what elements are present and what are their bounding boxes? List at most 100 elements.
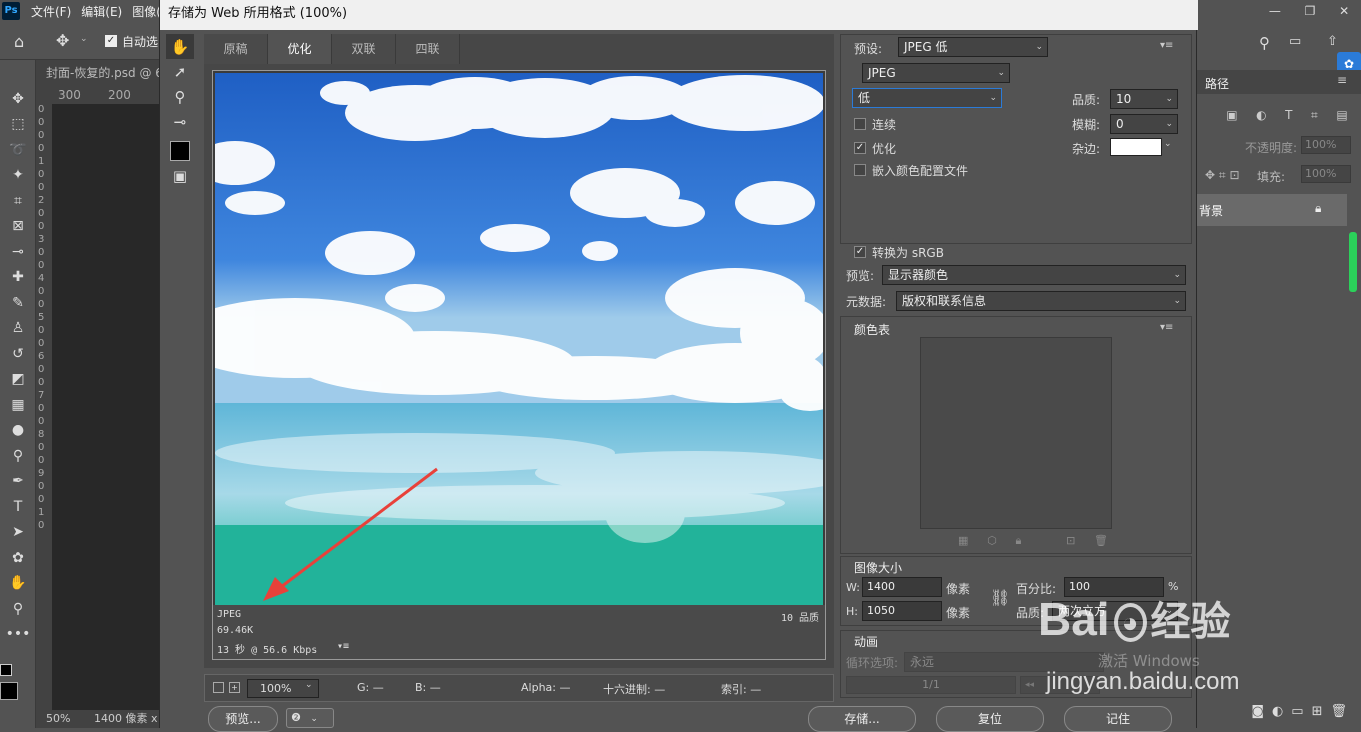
history-brush-icon[interactable]: ↺ bbox=[0, 341, 36, 367]
download-speed-menu-icon[interactable]: ▾≡ bbox=[337, 641, 349, 652]
quality-input[interactable]: 10 ⌄ bbox=[1110, 89, 1178, 109]
compression-quality-select[interactable]: 低 ⌄ bbox=[852, 88, 1002, 108]
tab-2up[interactable]: 双联 bbox=[332, 34, 396, 64]
default-colors-icon[interactable] bbox=[0, 664, 12, 676]
opacity-input[interactable]: 100% bbox=[1301, 136, 1351, 154]
type-filter-icon[interactable]: T bbox=[1285, 108, 1292, 124]
toggle-slices-icon[interactable]: ▣ bbox=[166, 163, 194, 188]
shape-filter-icon[interactable]: ⌗ bbox=[1311, 108, 1318, 124]
lock-color-icon[interactable]: 🔒︎ bbox=[1015, 534, 1021, 550]
search-icon[interactable]: ⚲ bbox=[1259, 34, 1270, 52]
foreground-color-swatch[interactable] bbox=[0, 682, 18, 700]
preview-area: 原稿 优化 双联 四联 JPEG 69.46K 13 秒 @ 56.6 Kbps… bbox=[204, 34, 834, 668]
slice-select-icon[interactable]: ➚ bbox=[166, 59, 194, 84]
map-transparent-icon[interactable]: ▦ bbox=[958, 534, 968, 550]
preview-select[interactable]: 显示器颜色 ⌄ bbox=[882, 265, 1186, 285]
brush-icon[interactable]: ✎ bbox=[0, 290, 36, 316]
embed-profile-checkbox[interactable] bbox=[854, 164, 866, 176]
mask-icon[interactable]: ◙ bbox=[1251, 704, 1264, 728]
trash-icon[interactable]: 🗑︎ bbox=[1330, 704, 1347, 728]
panel-menu-icon[interactable]: ≡ bbox=[1337, 73, 1347, 87]
adjustment-icon[interactable]: ◐ bbox=[1272, 704, 1283, 728]
document-tab[interactable]: 封面-恢复的.psd @ 6 bbox=[38, 60, 160, 86]
file-format-select[interactable]: JPEG ⌄ bbox=[862, 63, 1010, 83]
smart-filter-icon[interactable]: ▤ bbox=[1336, 108, 1347, 124]
adjust-filter-icon[interactable]: ◐ bbox=[1256, 108, 1266, 124]
width-input[interactable]: 1400 bbox=[862, 577, 942, 597]
more-tools-icon[interactable]: ••• bbox=[0, 622, 36, 648]
marquee-tool-icon[interactable]: ⬚ bbox=[0, 112, 36, 138]
type-tool-icon[interactable]: T bbox=[0, 494, 36, 520]
new-layer-icon[interactable]: ⊞ bbox=[1312, 704, 1323, 728]
zoom-out-icon[interactable] bbox=[213, 682, 224, 693]
close-icon[interactable]: ✕ bbox=[1339, 4, 1349, 18]
layer-row-background[interactable]: 背景 🔒︎ bbox=[1197, 194, 1347, 226]
workspace-icon[interactable]: ▭ bbox=[1289, 34, 1301, 49]
browser-select[interactable]: ❷ ⌄ bbox=[286, 708, 334, 728]
frame-tool-icon[interactable]: ⊠ bbox=[0, 214, 36, 240]
magic-wand-icon[interactable]: ✦ bbox=[0, 163, 36, 189]
minimize-icon[interactable]: — bbox=[1269, 4, 1281, 18]
color-table-menu-icon[interactable]: ▾≡ bbox=[1160, 322, 1173, 333]
dodge-icon[interactable]: ⚲ bbox=[0, 443, 36, 469]
tab-original[interactable]: 原稿 bbox=[204, 34, 268, 64]
shape-tool-icon[interactable]: ✿ bbox=[0, 545, 36, 571]
healing-brush-icon[interactable]: ✚ bbox=[0, 265, 36, 291]
progressive-checkbox[interactable] bbox=[854, 118, 866, 130]
auto-select-checkbox[interactable]: ✓ bbox=[105, 35, 117, 47]
optimized-preview-image[interactable] bbox=[215, 73, 823, 605]
zoom-tool-icon[interactable]: ⚲ bbox=[0, 596, 36, 622]
save-button[interactable]: 存储... bbox=[808, 706, 916, 732]
lasso-tool-icon[interactable]: ➰ bbox=[0, 137, 36, 163]
optimized-checkbox[interactable]: ✓ bbox=[854, 142, 866, 154]
gradient-icon[interactable]: ▦ bbox=[0, 392, 36, 418]
matte-color-swatch[interactable] bbox=[1110, 138, 1162, 156]
eraser-icon[interactable]: ◩ bbox=[0, 367, 36, 393]
document-canvas[interactable] bbox=[52, 104, 160, 710]
chevron-down-icon[interactable]: ⌄ bbox=[1164, 139, 1178, 157]
delete-color-icon[interactable]: 🗑︎ bbox=[1094, 534, 1108, 550]
tab-paths[interactable]: 路径 bbox=[1205, 75, 1229, 92]
hand-tool-icon[interactable]: ✋ bbox=[0, 571, 36, 597]
tab-optimized[interactable]: 优化 bbox=[268, 34, 332, 64]
preview-button[interactable]: 预览... bbox=[208, 706, 278, 732]
tab-4up[interactable]: 四联 bbox=[396, 34, 460, 64]
folder-icon[interactable]: ▭ bbox=[1291, 704, 1303, 728]
remember-button[interactable]: 记住 bbox=[1064, 706, 1172, 732]
blur-input[interactable]: 0 ⌄ bbox=[1110, 114, 1178, 134]
image-filter-icon[interactable]: ▣ bbox=[1226, 108, 1237, 124]
zoom-in-icon[interactable]: + bbox=[229, 682, 240, 693]
crop-tool-icon[interactable]: ⌗ bbox=[0, 188, 36, 214]
hand-tool-icon[interactable]: ✋ bbox=[166, 34, 194, 59]
menu-file[interactable]: 文件(F) bbox=[26, 3, 76, 20]
reset-button[interactable]: 复位 bbox=[936, 706, 1044, 732]
metadata-select[interactable]: 版权和联系信息 ⌄ bbox=[896, 291, 1186, 311]
lock-icons[interactable]: ✥ ⌗ ⊡ bbox=[1205, 168, 1240, 183]
zoom-tool-icon[interactable]: ⚲ bbox=[166, 84, 194, 109]
fill-input[interactable]: 100% bbox=[1301, 165, 1351, 183]
link-constrain-icon[interactable]: ⛓︎ bbox=[990, 588, 1010, 607]
path-select-icon[interactable]: ➤ bbox=[0, 520, 36, 546]
chevron-down-icon[interactable]: ⌄ bbox=[80, 34, 88, 44]
height-input[interactable]: 1050 bbox=[862, 601, 942, 621]
restore-icon[interactable]: ❐ bbox=[1305, 4, 1316, 18]
web-shift-icon[interactable]: ⬡ bbox=[987, 534, 997, 550]
share-icon[interactable]: ⇧ bbox=[1327, 34, 1338, 49]
move-tool-icon[interactable]: ✥ bbox=[0, 86, 36, 112]
chevron-down-icon[interactable]: ⌄ bbox=[305, 680, 313, 690]
scrollbar-thumb[interactable] bbox=[1349, 232, 1357, 292]
optimize-menu-icon[interactable]: ▾≡ bbox=[1160, 40, 1173, 51]
pen-icon[interactable]: ✒ bbox=[0, 469, 36, 495]
preset-select[interactable]: JPEG 低 ⌄ bbox=[898, 37, 1048, 57]
convert-srgb-checkbox[interactable]: ✓ bbox=[854, 246, 866, 258]
home-icon[interactable]: ⌂ bbox=[14, 32, 24, 51]
new-color-icon[interactable]: ⊡ bbox=[1066, 534, 1075, 550]
menu-edit[interactable]: 编辑(E) bbox=[76, 3, 127, 20]
eyedropper-color-swatch[interactable] bbox=[166, 138, 194, 163]
eyedropper-icon[interactable]: ⊸ bbox=[166, 109, 194, 134]
eyedropper-icon[interactable]: ⊸ bbox=[0, 239, 36, 265]
stamp-icon[interactable]: ♙ bbox=[0, 316, 36, 342]
color-table[interactable] bbox=[920, 337, 1112, 529]
move-icon[interactable]: ✥ bbox=[56, 31, 69, 50]
blur-icon[interactable]: ● bbox=[0, 418, 36, 444]
